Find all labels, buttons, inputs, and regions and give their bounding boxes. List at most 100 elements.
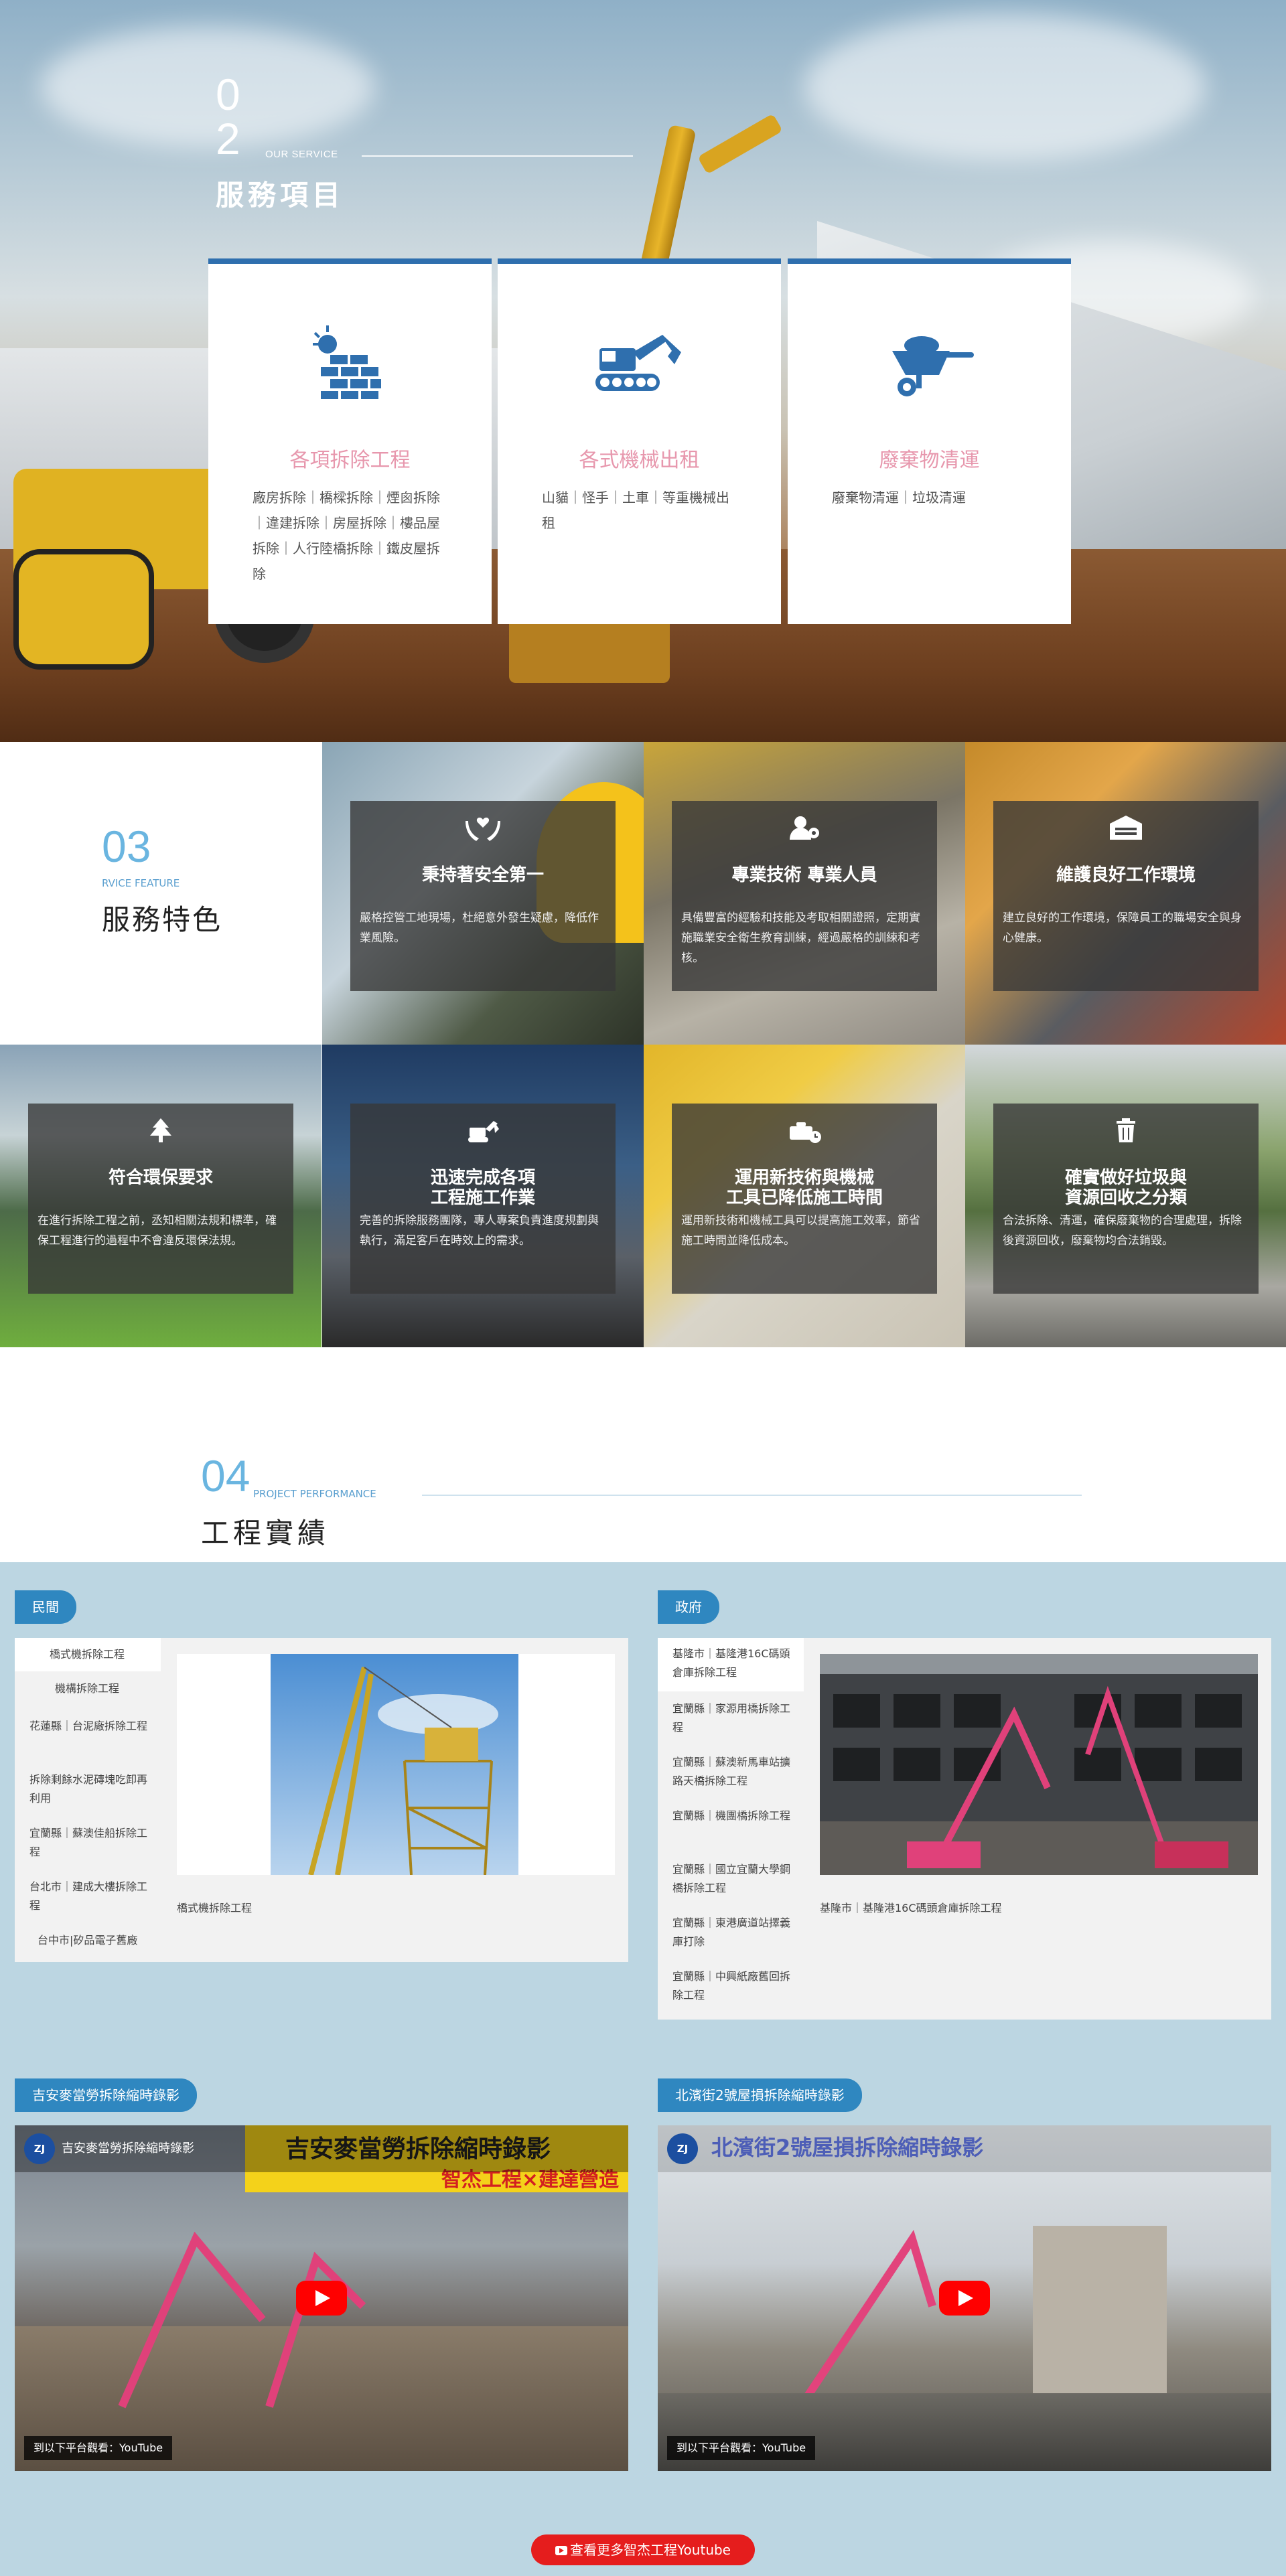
project-category-item[interactable]: 花蓮縣｜台泥廠拆除工程 — [29, 1717, 150, 1736]
section-subtitle: PROJECT PERFORMANCE — [253, 1488, 376, 1500]
feature-desc: 運用新技術和機械工具可以提高施工效率，節省施工時間並降低成本。 — [681, 1214, 920, 1247]
section-number-top: 0 — [216, 70, 240, 119]
channel-avatar[interactable]: ZJ — [667, 2133, 698, 2164]
more-youtube-button[interactable]: 查看更多智杰工程Youtube — [531, 2534, 755, 2565]
feature-desc: 在進行拆除工程之前，丞知相關法規和標準，確保工程進行的過程中不會違反環保法規。 — [38, 1214, 277, 1247]
feature-overlay: 符合環保要求 在進行拆除工程之前，丞知相關法規和標準，確保工程進行的過程中不會違… — [28, 1104, 293, 1294]
project-photo-crane[interactable] — [271, 1654, 518, 1875]
feature-overlay: 秉持著安全第一 嚴格控管工地現場，杜絕意外發生疑慮，降低作業風險。 — [350, 801, 616, 991]
feature-desc: 建立良好的工作環境，保障員工的職場安全與身心健康。 — [1003, 911, 1242, 945]
project-category-item[interactable]: 宜蘭縣｜中興紙廠舊回拆除工程 — [672, 1967, 793, 2005]
feature-tile-speed: 迅速完成各項 工程施工作業 完善的拆除服務團隊，專人專案負責進度規劃與執行，滿足… — [322, 1045, 644, 1347]
feature-title: 維護良好工作環境 — [1056, 865, 1196, 885]
project-category-item[interactable]: 宜蘭縣｜東港廣道站擇義庫打除 — [672, 1914, 793, 1951]
section-subtitle: RVICE FEATURE — [102, 877, 180, 889]
feature-title: 秉持著安全第一 — [421, 865, 544, 885]
section-number-bottom: 2 — [216, 114, 240, 163]
project-category-item[interactable]: 基隆市｜基隆港16C碼頭倉庫拆除工程 — [658, 1638, 804, 1691]
section-number: 04 — [201, 1451, 251, 1501]
section-title: 服務特色 — [102, 903, 223, 936]
project-category-item[interactable]: 機構拆除工程 — [55, 1679, 161, 1698]
wheelbarrow-icon — [891, 336, 974, 396]
watch-on-youtube-link[interactable]: 到以下平台觀看：YouTube — [667, 2436, 816, 2460]
feature-title: 迅速完成各項 工程施工作業 — [430, 1168, 535, 1208]
roller-drum — [13, 549, 154, 670]
sky-cloud — [40, 27, 375, 147]
watch-on-youtube-link[interactable]: 到以下平台觀看：YouTube — [24, 2436, 173, 2460]
service-card-waste[interactable]: 廢棄物清運 廢棄物清運｜垃圾清運 — [788, 258, 1071, 624]
video-player-mcdonalds[interactable]: 吉安麥當勞拆除縮時錄影 智杰工程×建達營造 ZJ 吉安麥當勞拆除縮時錄影 到以下… — [15, 2125, 628, 2471]
service-card-desc: 廠房拆除｜橋樑拆除｜煙囪拆除｜違建拆除｜房屋拆除｜樓品屋拆除｜人行陸橋拆除｜鐵皮… — [253, 489, 440, 582]
feature-desc: 具備豐富的經驗和技能及考取相關證照，定期實施職業安全衛生教育訓練，經過嚴格的訓練… — [681, 911, 920, 965]
project-category-item[interactable]: 台中市|矽品電子舊廠 — [38, 1931, 158, 1950]
project-category-item[interactable]: 宜蘭縣｜蘇澳佳船拆除工程 — [29, 1824, 150, 1862]
video-top-bar — [658, 2125, 1271, 2172]
section-number: 03 — [102, 822, 151, 871]
section-divider — [362, 155, 633, 157]
feature-desc: 完善的拆除服務團隊，專人專案負責進度規劃與執行，滿足客戶在時效上的需求。 — [360, 1214, 599, 1247]
section-number: 0 2 — [216, 72, 256, 161]
sky-cloud — [804, 13, 1206, 161]
brick-wall-icon — [312, 325, 381, 399]
user-gear-icon — [790, 816, 819, 840]
feature-overlay: 迅速完成各項 工程施工作業 完善的拆除服務團隊，專人專案負責進度規劃與執行，滿足… — [350, 1104, 616, 1294]
project-category-item[interactable]: 台北市｜建成大樓拆除工程 — [29, 1878, 150, 1915]
section-subtitle: OUR SERVICE — [265, 149, 338, 160]
video-title[interactable]: 吉安麥當勞拆除縮時錄影 — [62, 2139, 194, 2156]
project-category-item[interactable]: 宜蘭縣｜國立宜蘭大學鋼橋拆除工程 — [672, 1860, 793, 1898]
features-heading-block: 03 RVICE FEATURE 服務特色 — [0, 742, 322, 1045]
channel-avatar[interactable]: ZJ — [24, 2133, 55, 2164]
trash-icon — [1117, 1118, 1135, 1142]
project-photo-frame — [820, 1654, 1258, 1875]
project-caption: 橋式機拆除工程 — [177, 1902, 253, 1914]
video-player-beibin[interactable]: 北濱街2號屋損拆除縮時錄影 ZJ 到以下平台觀看：YouTube — [658, 2125, 1271, 2471]
tree-icon — [150, 1118, 171, 1142]
excavator-icon — [595, 335, 681, 391]
service-card-title: 各式機械出租 — [579, 449, 700, 472]
project-category-item[interactable]: 拆除剩餘水泥磚塊吃卸再利用 — [29, 1770, 150, 1808]
project-category-item[interactable]: 宜蘭縣｜家源用橋拆除工程 — [672, 1699, 793, 1737]
performance-heading-block: 04 PROJECT PERFORMANCE 工程實績 — [0, 1363, 1286, 1564]
feature-title: 運用新技術與機械 工具已降低施工時間 — [725, 1168, 883, 1208]
feature-tile-safety: 秉持著安全第一 嚴格控管工地現場，杜絕意外發生疑慮，降低作業風險。 — [322, 742, 644, 1045]
feature-overlay: 維護良好工作環境 建立良好的工作環境，保障員工的職場安全與身心健康。 — [993, 801, 1259, 991]
excavator-arm-joint — [697, 113, 783, 175]
feature-desc: 嚴格控管工地現場，杜絕意外發生疑慮，降低作業風險。 — [360, 911, 599, 945]
video-tag-mcdonalds: 吉安麥當勞拆除縮時錄影 — [15, 2078, 197, 2112]
digger-icon — [468, 1121, 499, 1142]
service-card-desc: 山貓｜怪手｜土車｜等重機械出租 — [542, 489, 729, 531]
service-card-desc: 廢棄物清運｜垃圾清運 — [832, 489, 966, 506]
section-title: 工程實績 — [201, 1517, 330, 1549]
project-photo-frame — [177, 1654, 615, 1875]
section-title: 服務項目 — [216, 179, 345, 211]
hands-heart-icon — [466, 818, 500, 841]
youtube-play-icon — [555, 2546, 567, 2555]
project-category-item[interactable]: 橋式機拆除工程 — [15, 1638, 161, 1671]
feature-tile-recycle: 確實做好垃圾與 資源回收之分類 合法拆除、清運，確保廢棄物的合理處理，拆除後資源… — [965, 1045, 1286, 1347]
project-category-item[interactable]: 宜蘭縣｜機團橋拆除工程 — [672, 1807, 793, 1825]
government-projects-box: 基隆市｜基隆港16C碼頭倉庫拆除工程 宜蘭縣｜家源用橋拆除工程 宜蘭縣｜蘇澳新馬… — [658, 1638, 1271, 2020]
project-category-item[interactable]: 宜蘭縣｜蘇澳新馬車站擴路天橋拆除工程 — [672, 1753, 793, 1791]
project-caption: 基隆市｜基隆港16C碼頭倉庫拆除工程 — [820, 1902, 1002, 1914]
play-button-icon[interactable] — [939, 2281, 990, 2316]
private-projects-box: 橋式機拆除工程 機構拆除工程 花蓮縣｜台泥廠拆除工程 拆除剩餘水泥磚塊吃卸再利用… — [15, 1638, 628, 1962]
project-photo-demolition[interactable] — [820, 1654, 1258, 1875]
service-card-title: 各項拆除工程 — [289, 449, 411, 472]
warehouse-icon — [1110, 816, 1142, 840]
video-building — [1033, 2226, 1167, 2393]
tab-government[interactable]: 政府 — [658, 1590, 719, 1624]
feature-overlay: 確實做好垃圾與 資源回收之分類 合法拆除、清運，確保廢棄物的合理處理，拆除後資源… — [993, 1104, 1259, 1294]
feature-title: 專業技術 專業人員 — [731, 865, 877, 885]
feature-overlay: 運用新技術與機械 工具已降低施工時間 運用新技術和機械工具可以提高施工效率，節省… — [672, 1104, 937, 1294]
tab-private[interactable]: 民間 — [15, 1590, 76, 1624]
feature-title: 確實做好垃圾與 資源回收之分類 — [1064, 1168, 1187, 1208]
service-card-machinery[interactable]: 各式機械出租 山貓｜怪手｜土車｜等重機械出租 — [498, 258, 781, 624]
service-card-demolition[interactable]: 各項拆除工程 廠房拆除｜橋樑拆除｜煙囪拆除｜違建拆除｜房屋拆除｜樓品屋拆除｜人行… — [208, 258, 492, 624]
feature-tile-professional: 專業技術 專業人員 具備豐富的經驗和技能及考取相關證照，定期實施職業安全衛生教育… — [644, 742, 965, 1045]
services-section: 0 2 OUR SERVICE 服務項目 各項拆除工程 廠房拆除｜橋樑拆除｜煙囪… — [0, 0, 1286, 742]
feature-tile-eco: 符合環保要求 在進行拆除工程之前，丞知相關法規和標準，確保工程進行的過程中不會違… — [0, 1045, 322, 1347]
more-youtube-label: 查看更多智杰工程Youtube — [570, 2542, 731, 2558]
play-button-icon[interactable] — [296, 2281, 347, 2316]
section-divider — [422, 1495, 1082, 1496]
toolbox-clock-icon — [790, 1122, 821, 1143]
